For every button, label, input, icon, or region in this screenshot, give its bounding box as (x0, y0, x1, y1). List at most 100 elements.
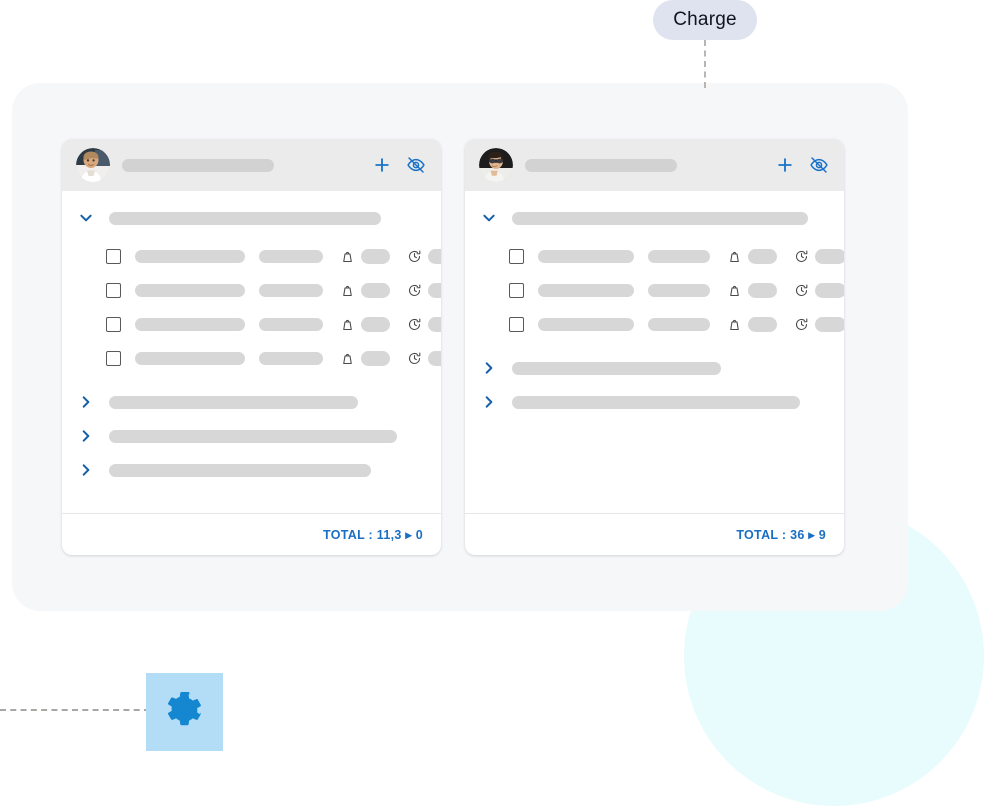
avatar[interactable] (479, 148, 513, 182)
stopwatch-icon (406, 282, 422, 298)
chevron-down-icon[interactable] (481, 210, 497, 226)
collapsed-group-placeholder (109, 463, 371, 477)
table-row[interactable] (78, 239, 441, 273)
exercise-rows (78, 239, 441, 375)
chevron-right-icon[interactable] (78, 462, 94, 478)
weight-value-placeholder (748, 248, 777, 264)
collapsed-group-row[interactable] (78, 419, 425, 453)
row-checkbox[interactable] (106, 282, 121, 298)
workout-card-left: TOTAL : 11,3 ▸ 0 (62, 139, 441, 555)
hide-button[interactable] (808, 154, 830, 176)
stopwatch-icon (793, 316, 809, 332)
collapsed-groups (481, 351, 828, 419)
time-value-placeholder (428, 350, 441, 366)
row-name-placeholder (135, 249, 245, 263)
time-value-placeholder (428, 282, 441, 298)
table-row[interactable] (78, 341, 441, 375)
charge-callout-pill[interactable]: Charge (653, 0, 757, 40)
weight-icon (726, 282, 742, 298)
time-value-placeholder (428, 316, 441, 332)
time-value-placeholder (428, 248, 441, 264)
row-checkbox[interactable] (509, 282, 524, 298)
row-name-placeholder (135, 351, 245, 365)
time-value-placeholder (815, 282, 844, 298)
collapsed-group-placeholder (109, 429, 397, 443)
weight-value-placeholder (748, 282, 777, 298)
row-detail-placeholder (648, 249, 710, 263)
row-detail-placeholder (648, 283, 710, 297)
add-button[interactable] (774, 154, 796, 176)
collapsed-group-row[interactable] (481, 385, 828, 419)
avatar[interactable] (76, 148, 110, 182)
row-name-placeholder (135, 317, 245, 331)
weight-value-placeholder (361, 350, 390, 366)
collapsed-group-row[interactable] (78, 385, 425, 419)
chevron-right-icon[interactable] (481, 394, 497, 410)
stopwatch-icon (406, 316, 422, 332)
collapsed-group-row[interactable] (78, 453, 425, 487)
weight-value-placeholder (361, 316, 390, 332)
chevron-right-icon[interactable] (78, 394, 94, 410)
card-header (465, 139, 844, 191)
weight-icon (726, 316, 742, 332)
total-label: TOTAL : 11,3 ▸ 0 (323, 528, 423, 542)
row-checkbox[interactable] (106, 316, 121, 332)
group-header-row[interactable] (481, 205, 828, 231)
card-footer: TOTAL : 36 ▸ 9 (465, 513, 844, 555)
chevron-right-icon[interactable] (481, 360, 497, 376)
collapsed-group-placeholder (512, 361, 721, 375)
add-button[interactable] (371, 154, 393, 176)
stopwatch-icon (793, 282, 809, 298)
collapsed-group-placeholder (109, 395, 358, 409)
gear-connector-line (0, 709, 150, 711)
table-row[interactable] (78, 307, 441, 341)
cards-container: TOTAL : 11,3 ▸ 0 TOTAL: 36 ▸ 9 (62, 139, 844, 555)
settings-tile[interactable] (146, 673, 223, 751)
stopwatch-icon (406, 350, 422, 366)
card-title-placeholder (525, 158, 677, 172)
total-label: TOTAL : 36 ▸ 9 (736, 528, 826, 542)
row-name-placeholder (538, 249, 634, 263)
row-checkbox[interactable] (106, 248, 121, 264)
weight-icon (339, 282, 355, 298)
collapsed-group-placeholder (512, 395, 800, 409)
weight-value-placeholder (361, 282, 390, 298)
row-checkbox[interactable] (106, 350, 121, 366)
row-name-placeholder (538, 283, 634, 297)
collapsed-group-row[interactable] (481, 351, 828, 385)
group-title-placeholder (109, 211, 381, 225)
charge-callout-label: Charge (673, 9, 737, 30)
collapsed-groups (78, 385, 425, 487)
row-detail-placeholder (259, 283, 323, 297)
stopwatch-icon (406, 248, 422, 264)
group-title-placeholder (512, 211, 808, 225)
main-panel: TOTAL : 11,3 ▸ 0 TOTAL: 36 ▸ 9 (12, 83, 908, 611)
chevron-down-icon[interactable] (78, 210, 94, 226)
card-header (62, 139, 441, 191)
card-body (62, 191, 441, 513)
gear-icon (165, 690, 205, 735)
hide-button[interactable] (405, 154, 427, 176)
table-row[interactable] (78, 273, 441, 307)
weight-icon (339, 248, 355, 264)
stopwatch-icon (793, 248, 809, 264)
time-value-placeholder (815, 316, 844, 332)
weight-icon (726, 248, 742, 264)
group-header-row[interactable] (78, 205, 425, 231)
time-value-placeholder (815, 248, 844, 264)
row-name-placeholder (538, 317, 634, 331)
table-row[interactable] (481, 273, 844, 307)
card-body (465, 191, 844, 513)
card-footer: TOTAL : 11,3 ▸ 0 (62, 513, 441, 555)
row-detail-placeholder (648, 317, 710, 331)
table-row[interactable] (481, 307, 844, 341)
row-detail-placeholder (259, 249, 323, 263)
card-title-placeholder (122, 158, 274, 172)
row-checkbox[interactable] (509, 316, 524, 332)
weight-icon (339, 316, 355, 332)
table-row[interactable] (481, 239, 844, 273)
chevron-right-icon[interactable] (78, 428, 94, 444)
row-detail-placeholder (259, 351, 323, 365)
row-detail-placeholder (259, 317, 323, 331)
row-checkbox[interactable] (509, 248, 524, 264)
